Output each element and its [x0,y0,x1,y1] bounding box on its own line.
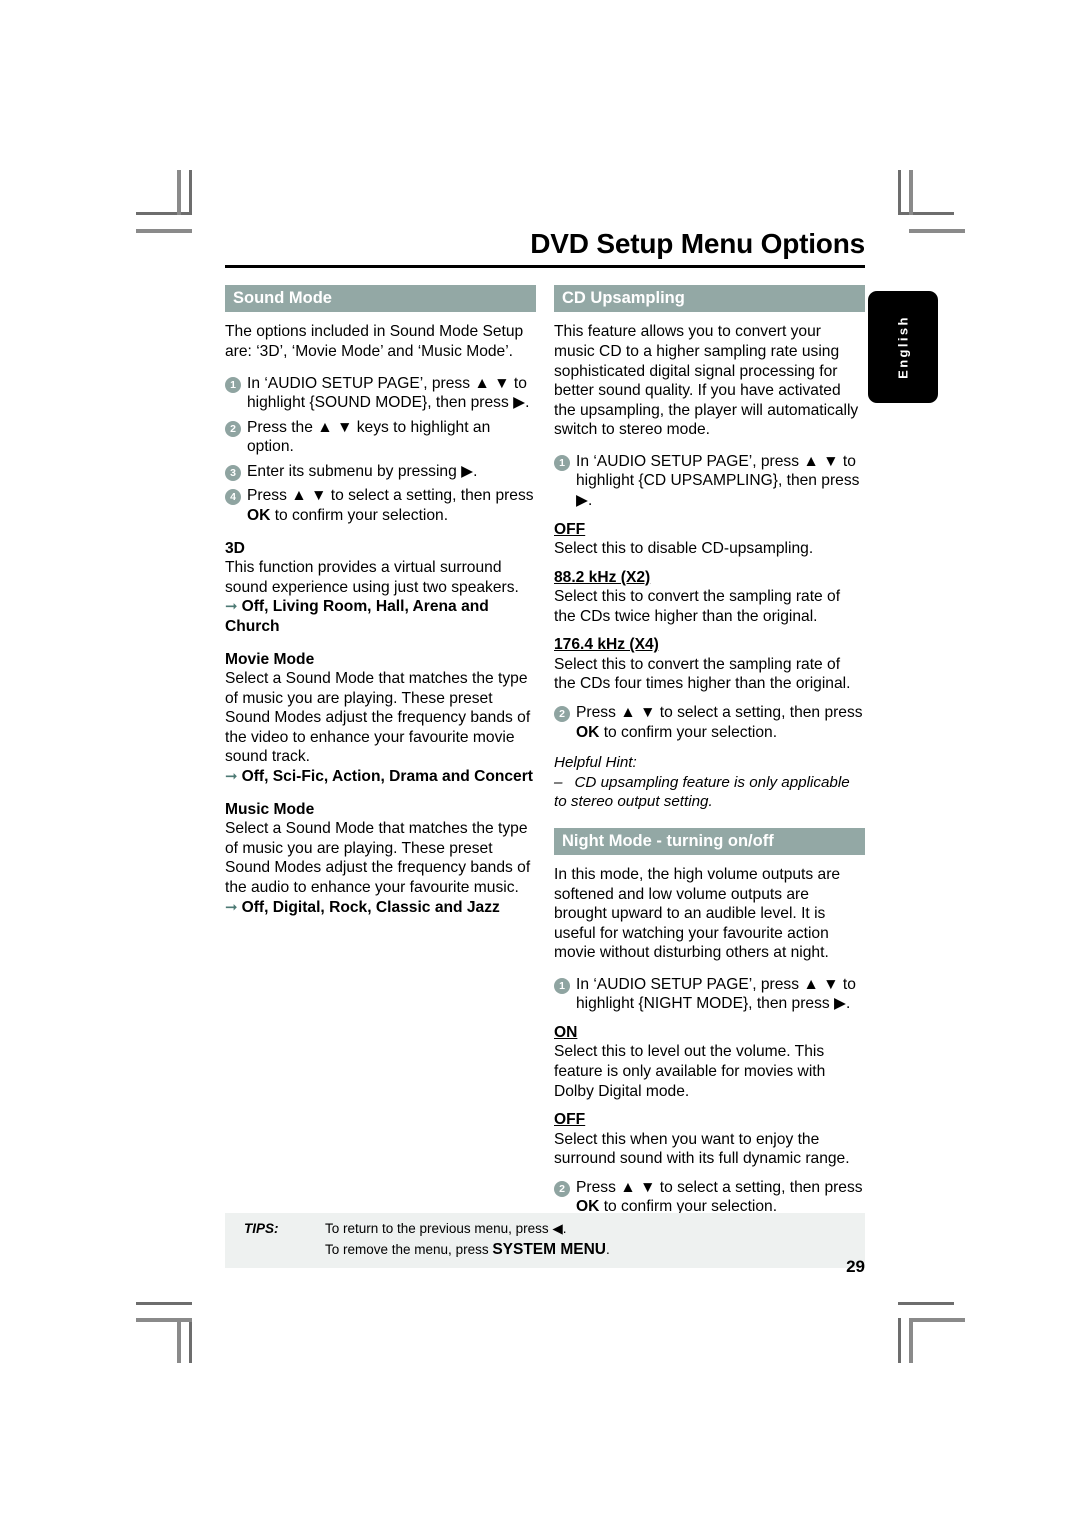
step-number: 2 [554,1180,570,1197]
subsection-title: Music Mode [225,800,315,818]
ok-key-label: OK [576,723,600,741]
option-off: OFF Select this to disable CD-upsampling… [554,520,865,559]
step-number: 2 [554,706,570,723]
option-body: Select this when you want to enjoy the s… [554,1130,850,1168]
option-88-2khz: 88.2 kHz (X2) Select this to convert the… [554,568,865,627]
arrow-right-icon: ➞ [225,598,238,616]
page-content: DVD Setup Menu Options Sound Mode The op… [225,230,865,1310]
step-text: Press ▲ ▼ to select a setting, then pres… [576,1178,863,1216]
sound-mode-intro: The options included in Sound Mode Setup… [225,323,524,361]
title-divider [225,265,865,268]
dpad-keys-icon: ▲ ▼ [291,487,327,505]
option-body: Select this to convert the sampling rate… [554,588,841,625]
option-title: ON [554,1023,578,1041]
hint-dash: – [554,773,563,791]
option-title: OFF [554,520,586,538]
helpful-hint-body: – CD upsampling feature is only applicabl… [554,773,850,811]
step-text: Press the ▲ ▼ keys to highlight an optio… [247,418,491,456]
section-header-night-mode: Night Mode - turning on/off [554,827,865,855]
subsection-body: Select a Sound Mode that matches the typ… [225,670,531,766]
tips-line-1: To return to the previous menu, press ◀. [325,1221,567,1236]
option-title: 176.4 kHz (X4) [554,636,659,654]
step-number: 1 [225,376,241,393]
dpad-keys-icon: ▲ ▼ [803,452,839,470]
option-body: Select this to convert the sampling rate… [554,655,851,693]
subsection-body: This function provides a virtual surroun… [225,559,519,596]
step-item: 3 Enter its submenu by pressing ▶. [225,462,536,482]
subsection-options: ➞ Off, Sci-Fic, Action, Drama and Concert [225,767,533,785]
step-text: In ‘AUDIO SETUP PAGE’, press ▲ ▼ to high… [576,975,856,1013]
step-number: 1 [554,454,570,471]
subsection-body: Select a Sound Mode that matches the typ… [225,820,531,897]
step-number: 2 [225,420,241,437]
subsection-title: 3D [225,539,245,557]
right-column: CD Upsampling This feature allows you to… [554,285,865,1222]
dpad-keys-icon: ▲ ▼ [803,975,839,993]
section-header-sound-mode: Sound Mode [225,285,536,313]
arrow-right-icon: ➞ [225,898,238,916]
subsection-movie-mode: Movie Mode Select a Sound Mode that matc… [225,650,536,787]
subsection-3d: 3D This function provides a virtual surr… [225,539,536,637]
step-number: 3 [225,464,241,481]
step-item: 1 In ‘AUDIO SETUP PAGE’, press ▲ ▼ to hi… [554,452,865,511]
dpad-keys-icon: ▲ ▼ [620,1178,656,1196]
subsection-options: ➞ Off, Digital, Rock, Classic and Jazz [225,898,500,916]
subsection-options: ➞ Off, Living Room, Hall, Arena and Churc… [225,598,489,636]
step-item: 4 Press ▲ ▼ to select a setting, then pr… [225,486,536,525]
step-item: 2 Press ▲ ▼ to select a setting, then pr… [554,1178,865,1217]
step-text: Press ▲ ▼ to select a setting, then pres… [576,704,863,741]
system-menu-key-label: SYSTEM MENU [492,1240,607,1258]
option-body: Select this to disable CD-upsampling. [554,540,814,558]
tips-label: TIPS: [244,1221,279,1236]
page-number: 29 [846,1257,865,1276]
step-text: In ‘AUDIO SETUP PAGE’, press ▲ ▼ to high… [247,374,530,412]
step-number: 1 [554,977,570,994]
step-item: 1 In ‘AUDIO SETUP PAGE’, press ▲ ▼ to hi… [554,975,865,1014]
step-text: In ‘AUDIO SETUP PAGE’, press ▲ ▼ to high… [576,452,860,509]
language-tab: English [868,291,938,403]
step-text: Enter its submenu by pressing ▶. [247,462,478,480]
page-title: DVD Setup Menu Options [530,228,865,259]
step-item: 2 Press the ▲ ▼ keys to highlight an opt… [225,418,536,457]
option-title: OFF [554,1111,586,1129]
tips-content: To return to the previous menu, press ◀.… [325,1220,610,1260]
step-item: 1 In ‘AUDIO SETUP PAGE’, press ▲ ▼ to hi… [225,374,536,413]
cd-upsampling-intro: This feature allows you to convert your … [554,323,859,439]
dpad-keys-icon: ▲ ▼ [620,704,656,722]
option-176-4khz: 176.4 kHz (X4) Select this to convert th… [554,635,865,694]
subsection-music-mode: Music Mode Select a Sound Mode that matc… [225,800,536,918]
dpad-keys-icon: ▲ ▼ [474,374,510,392]
option-on: ON Select this to level out the volume. … [554,1023,865,1101]
subsection-title: Movie Mode [225,650,315,668]
left-column: Sound Mode The options included in Sound… [225,285,536,917]
section-header-cd-upsampling: CD Upsampling [554,285,865,313]
ok-key-label: OK [247,506,271,524]
option-body: Select this to level out the volume. Thi… [554,1043,826,1100]
option-title: 88.2 kHz (X2) [554,568,651,586]
dpad-keys-icon: ▲ ▼ [317,418,353,436]
language-tab-label: English [895,315,911,379]
night-mode-intro: In this mode, the high volume outputs ar… [554,865,841,962]
step-number: 4 [225,489,241,506]
step-item: 2 Press ▲ ▼ to select a setting, then pr… [554,703,865,742]
helpful-hint-title: Helpful Hint: [554,754,637,772]
step-text: Press ▲ ▼ to select a setting, then pres… [247,487,534,524]
arrow-right-icon: ➞ [225,767,238,785]
option-off-night: OFF Select this when you want to enjoy t… [554,1110,865,1169]
